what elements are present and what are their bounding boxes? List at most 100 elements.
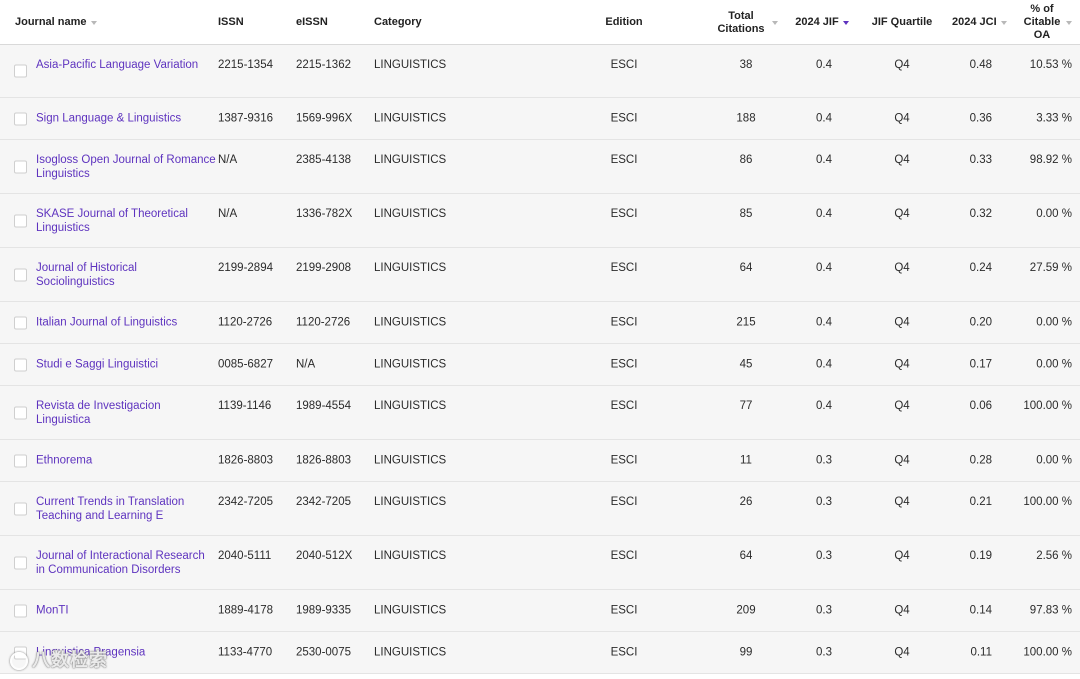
watermark: 八数检索 <box>10 646 108 672</box>
edition-cell: ESCI <box>610 550 638 562</box>
table-body: Asia-Pacific Language Variation 2215-1354… <box>0 45 1080 674</box>
total-citations-cell: 45 <box>739 357 753 370</box>
row-checkbox[interactable] <box>14 112 27 125</box>
jif-quartile-cell: Q4 <box>894 357 910 370</box>
journal-name-link[interactable]: Asia-Pacific Language Variation <box>36 59 216 73</box>
row-checkbox[interactable] <box>14 64 27 78</box>
col-citable-oa-sort[interactable] <box>1066 0 1078 45</box>
total-citations-cell: 11 <box>740 453 752 466</box>
journal-name-link[interactable]: SKASE Journal of Theoretical Linguistics <box>36 208 216 235</box>
journal-name-link[interactable]: Revista de Investigacion Linguistica <box>36 400 216 427</box>
jci-cell: 0.48 <box>969 59 992 71</box>
citable-oa-cell: 0.00 % <box>1036 315 1072 328</box>
jci-cell: 0.19 <box>969 550 992 562</box>
table-row: Ethnorema 1826-8803 1826-8803 LINGUISTICS ES… <box>0 440 1080 482</box>
eissn-cell: 1569-996X <box>296 111 353 124</box>
table-row: Linguistica Pragensia 1133-4770 2530-0075 L… <box>0 632 1080 674</box>
row-checkbox[interactable] <box>14 358 27 371</box>
total-citations-cell: 209 <box>736 603 756 616</box>
edition-cell: ESCI <box>610 262 638 274</box>
row-checkbox[interactable] <box>14 454 27 467</box>
journal-name-link[interactable]: Isogloss Open Journal of Romance Linguis… <box>36 154 216 181</box>
category-cell: LINGUISTICS <box>374 59 447 71</box>
jif-cell: 0.3 <box>816 453 832 466</box>
jci-cell: 0.24 <box>969 262 992 274</box>
jif-quartile-cell: Q4 <box>894 496 910 508</box>
category-cell: LINGUISTICS <box>374 496 447 508</box>
edition-cell: ESCI <box>610 453 638 466</box>
table-row: Current Trends in Translation Teaching a… <box>0 482 1080 536</box>
eissn-cell: 2040-512X <box>296 550 353 562</box>
journal-name-link[interactable]: MonTI <box>36 604 216 618</box>
journal-name-link[interactable]: Current Trends in Translation Teaching a… <box>36 496 216 523</box>
col-journal-name[interactable]: Journal name <box>15 0 205 45</box>
col-jif-quartile[interactable]: JIF Quartile <box>866 0 938 45</box>
issn-cell: 1889-4178 <box>218 603 273 616</box>
sort-caret-icon[interactable] <box>90 20 97 25</box>
col-total-citations[interactable]: Total Citations <box>706 0 786 45</box>
total-citations-cell: 99 <box>739 645 753 658</box>
journal-name-link[interactable]: Sign Language & Linguistics <box>36 112 216 126</box>
citable-oa-cell: 100.00 % <box>1023 496 1072 508</box>
jif-cell: 0.4 <box>816 357 832 370</box>
category-cell: LINGUISTICS <box>374 357 447 370</box>
journal-name-link[interactable]: Journal of Interactional Research in Com… <box>36 550 216 577</box>
col-2024-jif[interactable]: 2024 JIF <box>790 0 854 45</box>
total-citations-cell: 215 <box>736 315 756 328</box>
jif-quartile-cell: Q4 <box>894 208 910 220</box>
sort-caret-icon[interactable] <box>1000 20 1007 25</box>
jci-cell: 0.36 <box>969 111 992 124</box>
jif-quartile-cell: Q4 <box>894 453 910 466</box>
citable-oa-cell: 100.00 % <box>1023 645 1072 658</box>
journal-name-link[interactable]: Italian Journal of Linguistics <box>36 316 216 330</box>
row-checkbox[interactable] <box>14 268 27 281</box>
row-checkbox[interactable] <box>14 316 27 329</box>
sort-caret-icon[interactable] <box>772 20 778 25</box>
col-issn[interactable]: ISSN <box>218 0 288 45</box>
row-checkbox[interactable] <box>14 406 27 419</box>
table-row: Asia-Pacific Language Variation 2215-1354… <box>0 45 1080 98</box>
citable-oa-cell: 100.00 % <box>1023 400 1072 412</box>
jci-cell: 0.14 <box>969 603 992 616</box>
category-cell: LINGUISTICS <box>374 111 447 124</box>
jif-cell: 0.4 <box>816 400 832 412</box>
col-edition[interactable]: Edition <box>596 0 652 45</box>
eissn-cell: 1120-2726 <box>296 315 351 328</box>
row-checkbox[interactable] <box>14 556 27 569</box>
citable-oa-cell: 3.33 % <box>1036 111 1072 124</box>
col-citable-oa[interactable]: % of Citable OA <box>1018 0 1066 45</box>
journal-table: Journal name ISSN eISSN Category Edition… <box>0 0 1080 674</box>
edition-cell: ESCI <box>610 645 638 658</box>
row-checkbox[interactable] <box>14 214 27 227</box>
col-eissn[interactable]: eISSN <box>296 0 366 45</box>
jif-quartile-cell: Q4 <box>894 603 910 616</box>
issn-cell: 2199-2894 <box>218 262 273 274</box>
row-checkbox[interactable] <box>14 160 27 173</box>
row-checkbox[interactable] <box>14 502 27 515</box>
citable-oa-cell: 0.00 % <box>1036 208 1072 220</box>
eissn-cell: 2342-7205 <box>296 496 351 508</box>
citable-oa-cell: 2.56 % <box>1036 550 1072 562</box>
journal-name-link[interactable]: Ethnorema <box>36 454 216 468</box>
jif-cell: 0.4 <box>816 59 832 71</box>
table-row: Journal of Historical Sociolinguistics 21… <box>0 248 1080 302</box>
journal-name-link[interactable]: Journal of Historical Sociolinguistics <box>36 262 216 289</box>
citable-oa-cell: 27.59 % <box>1029 262 1072 274</box>
col-category[interactable]: Category <box>374 0 494 45</box>
jci-cell: 0.33 <box>969 154 992 166</box>
table-row: Italian Journal of Linguistics 1120-2726 1… <box>0 302 1080 344</box>
col-2024-jci[interactable]: 2024 JCI <box>952 0 1012 45</box>
journal-name-link[interactable]: Studi e Saggi Linguistici <box>36 358 216 372</box>
category-cell: LINGUISTICS <box>374 603 447 616</box>
jif-quartile-cell: Q4 <box>894 645 910 658</box>
citable-oa-cell: 0.00 % <box>1036 453 1072 466</box>
category-cell: LINGUISTICS <box>374 550 447 562</box>
jif-quartile-cell: Q4 <box>894 59 910 71</box>
watermark-logo-icon <box>10 652 28 671</box>
sort-caret-icon[interactable] <box>1066 20 1072 25</box>
jci-cell: 0.32 <box>969 208 992 220</box>
sort-descending-icon[interactable] <box>842 20 849 25</box>
row-checkbox[interactable] <box>14 604 27 617</box>
issn-cell: 1826-8803 <box>218 453 273 466</box>
edition-cell: ESCI <box>610 357 638 370</box>
